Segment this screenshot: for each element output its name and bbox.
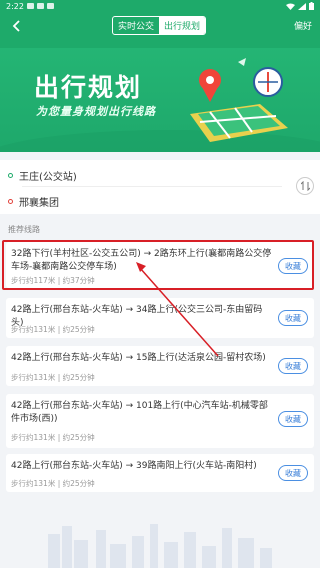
preference-button[interactable]: 偏好	[294, 19, 312, 32]
plan-card[interactable]: 42路上行(邢台东站-火车站) → 101路上行(中心汽车站-机械零部件市场(西…	[6, 394, 314, 448]
origin-text: 王庄(公交站)	[19, 172, 77, 183]
favorite-button[interactable]: 收藏	[278, 358, 308, 374]
plan-card[interactable]: 42路上行(邢台东站-火车站) → 34路上行(公交三公司-东由留码头) 步行约…	[6, 298, 314, 338]
document-notification-icon	[46, 3, 54, 9]
favorite-button[interactable]: 收藏	[278, 411, 308, 427]
tab-trip-planning[interactable]: 出行规划	[159, 17, 205, 34]
plan-card[interactable]: 42路上行(邢台东站-火车站) → 39路南阳上行(火车站-南阳村) 步行约13…	[6, 454, 314, 492]
destination-dot-icon	[8, 199, 13, 204]
banner-subtitle: 为您量身规划出行线路	[36, 105, 156, 118]
plan-line: 42路上行(邢台东站-火车站) → 39路南阳上行(火车站-南阳村)	[11, 461, 257, 471]
tab-realtime-bus[interactable]: 实时公交	[113, 17, 159, 34]
origin-dot-icon	[8, 173, 13, 178]
wifi-icon	[286, 3, 295, 10]
back-button[interactable]	[6, 15, 28, 37]
plan-line: 32路下行(羊村社区-公交五公司) → 2路东环上行(襄都南路公交停车场-襄都南…	[11, 249, 272, 272]
app-header: 2:22 实时公交 出行规划 偏好	[0, 0, 320, 48]
chevron-left-icon	[12, 20, 20, 32]
favorite-button[interactable]: 收藏	[278, 258, 308, 274]
plan-card[interactable]: 32路下行(羊村社区-公交五公司) → 2路东环上行(襄都南路公交停车场-襄都南…	[6, 242, 314, 288]
status-time: 2:22	[6, 1, 24, 11]
swap-button[interactable]	[296, 177, 314, 195]
plan-meta: 步行约131米 | 约25分钟	[11, 373, 95, 382]
destination-text: 邢襄集团	[19, 198, 59, 209]
plan-meta: 步行约131米 | 约25分钟	[11, 325, 95, 334]
plan-card[interactable]: 42路上行(邢台东站-火车站) → 15路上行(达活泉公园-留村农场) 步行约1…	[6, 346, 314, 386]
plan-meta: 步行约117米 | 约37分钟	[11, 276, 95, 285]
plan-meta: 步行约131米 | 约25分钟	[11, 479, 95, 488]
battery-icon	[309, 2, 314, 10]
banner: 出行规划 为您量身规划出行线路	[0, 48, 320, 152]
destination-field[interactable]: 邢襄集团	[8, 194, 59, 209]
route-divider	[22, 186, 282, 187]
route-input-card: 王庄(公交站) 邢襄集团	[0, 160, 320, 214]
recommend-label: 推荐线路	[8, 225, 40, 234]
image-notification-icon	[26, 3, 34, 9]
banner-title: 出行规划	[34, 73, 143, 102]
plan-meta: 步行约131米 | 约25分钟	[11, 433, 95, 442]
favorite-button[interactable]: 收藏	[278, 465, 308, 481]
city-skyline	[48, 524, 272, 568]
top-nav: 实时公交 出行规划 偏好	[0, 12, 320, 40]
mode-tabs: 实时公交 出行规划	[112, 16, 206, 35]
app-notification-icon	[36, 3, 44, 9]
origin-field[interactable]: 王庄(公交站)	[8, 168, 77, 183]
map-illustration	[190, 58, 288, 142]
swap-icon	[300, 181, 310, 191]
plan-line: 42路上行(邢台东站-火车站) → 15路上行(达活泉公园-留村农场)	[11, 353, 266, 363]
signal-icon	[298, 2, 306, 10]
plan-line: 42路上行(邢台东站-火车站) → 101路上行(中心汽车站-机械零部件市场(西…	[11, 401, 268, 424]
status-bar: 2:22	[0, 0, 320, 12]
favorite-button[interactable]: 收藏	[278, 310, 308, 326]
